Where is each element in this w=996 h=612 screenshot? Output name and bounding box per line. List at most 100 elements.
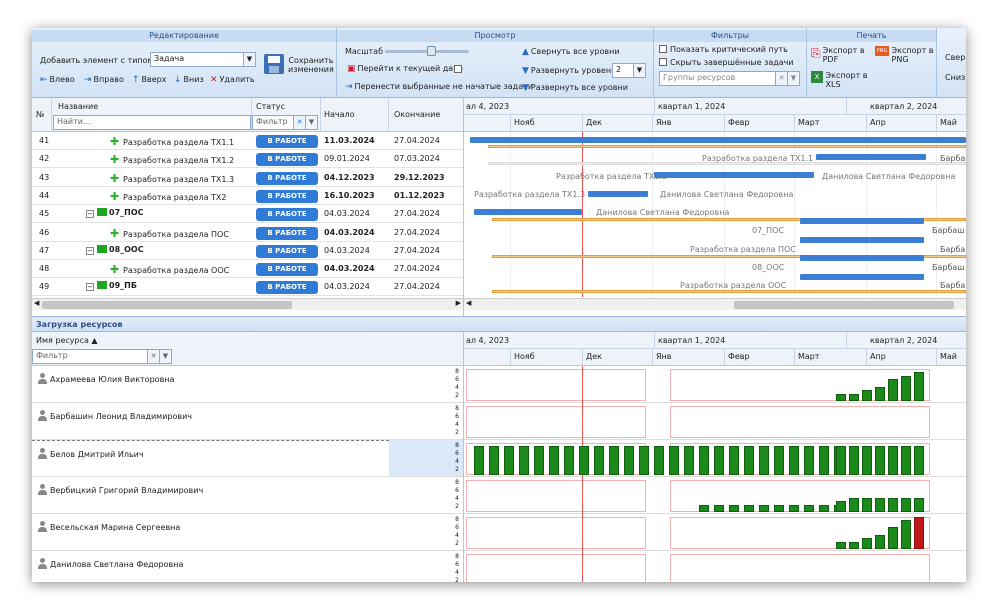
move-unstarted-button[interactable]: ⇥ Перенести выбранные не начатые задачи <box>345 82 533 92</box>
gantt-bar[interactable] <box>492 290 966 293</box>
gantt-scrollbar[interactable]: ◀ <box>464 298 966 310</box>
delete-button[interactable]: ✕ Удалить <box>210 75 255 85</box>
table-row[interactable]: 49 − 09_ПБ В РАБОТЕ 04.03.2024 27.04.2024 <box>32 278 463 297</box>
load-bar[interactable] <box>534 446 544 475</box>
load-bar[interactable] <box>669 446 679 475</box>
load-bar[interactable] <box>774 504 784 512</box>
scroll-left-icon[interactable]: ◀ <box>466 299 471 307</box>
task-name-cell[interactable]: ✚ Разработка раздела ТХ1.3 <box>110 172 234 185</box>
load-bar[interactable] <box>504 446 514 475</box>
load-bar[interactable] <box>744 446 754 475</box>
load-bar[interactable] <box>549 446 559 475</box>
chevron-down-icon[interactable]: ▼ <box>633 64 645 77</box>
load-bar[interactable] <box>684 446 694 475</box>
load-bar[interactable] <box>639 446 649 475</box>
load-bar[interactable] <box>714 504 724 512</box>
load-bar[interactable] <box>729 446 739 475</box>
status-badge[interactable]: В РАБОТЕ <box>256 208 318 222</box>
status-badge[interactable]: В РАБОТЕ <box>256 189 318 203</box>
gantt-bar[interactable] <box>800 274 924 280</box>
load-bar[interactable] <box>901 375 911 401</box>
load-bar[interactable] <box>609 446 619 475</box>
checkbox-box[interactable] <box>659 45 667 53</box>
load-bar[interactable] <box>849 541 859 549</box>
expand-all-button[interactable]: ▼ Развернуть все уровни <box>522 83 628 93</box>
status-badge[interactable]: В РАБОТЕ <box>256 153 318 167</box>
load-bar[interactable] <box>901 497 911 512</box>
left-button[interactable]: ⇤ Влево <box>40 75 75 85</box>
task-name-cell[interactable]: ✚ Разработка раздела ТХ1.1 <box>110 135 234 148</box>
load-bar[interactable] <box>849 393 859 401</box>
resource-row[interactable]: Вербицкий Григорий Владимирович <box>32 477 389 514</box>
scrollbar-thumb[interactable] <box>734 301 954 309</box>
load-bar[interactable] <box>862 390 872 401</box>
status-badge[interactable]: В РАБОТЕ <box>256 263 318 277</box>
load-bar[interactable] <box>699 504 709 512</box>
load-bar[interactable] <box>804 504 814 512</box>
table-row[interactable]: 42 ✚ Разработка раздела ТХ1.2 В РАБОТЕ 09.0… <box>32 150 463 169</box>
load-bar[interactable] <box>579 446 589 475</box>
collapse-toggle-icon[interactable]: − <box>86 246 94 255</box>
chevron-down-icon[interactable]: ▼ <box>305 116 317 129</box>
load-bar[interactable] <box>862 538 872 549</box>
load-bar[interactable] <box>789 446 799 475</box>
table-row[interactable]: 43 ✚ Разработка раздела ТХ1.3 В РАБОТЕ 04.1… <box>32 169 463 187</box>
critical-path-checkbox[interactable]: Показать критический путь <box>659 45 788 54</box>
save-icon[interactable] <box>264 54 284 74</box>
export-pdf-button[interactable]: ⎘ Экспорт в PDF <box>811 46 865 64</box>
extra-b[interactable]: Сниз <box>945 73 965 82</box>
resource-groups-select[interactable]: Группы ресурсов ▼ ✕ <box>659 71 800 86</box>
extra-a[interactable]: Свер <box>945 53 965 62</box>
load-bar[interactable] <box>759 504 769 512</box>
load-bar[interactable] <box>875 386 885 401</box>
status-badge[interactable]: В РАБОТЕ <box>256 244 318 258</box>
col-end[interactable]: Окончание <box>394 110 440 119</box>
status-badge[interactable]: В РАБОТЕ <box>256 171 318 185</box>
grid-scrollbar[interactable]: ◀ ▶ <box>32 298 463 310</box>
gantt-bar[interactable] <box>800 237 924 243</box>
load-bar[interactable] <box>862 446 872 475</box>
resource-row[interactable]: Белов Дмитрий Ильич <box>32 440 389 477</box>
load-bar[interactable] <box>744 504 754 512</box>
gantt-bar[interactable] <box>474 209 582 215</box>
load-bar[interactable] <box>901 446 911 475</box>
col-status[interactable]: Статус <box>256 102 285 111</box>
export-xls-button[interactable]: X Экспорт в XLS <box>811 71 867 89</box>
table-row[interactable]: 47 − 08_ООС В РАБОТЕ 04.03.2024 27.04.2024 <box>32 242 463 260</box>
load-bar[interactable] <box>804 446 814 475</box>
load-bar[interactable] <box>594 446 604 475</box>
load-bar[interactable] <box>789 504 799 512</box>
task-name-cell[interactable]: ✚ Разработка раздела ПОС <box>110 227 229 240</box>
task-name-cell[interactable]: − 08_ООС <box>86 244 144 255</box>
load-bar[interactable] <box>849 446 859 475</box>
scale-slider[interactable] <box>385 46 469 56</box>
load-bar[interactable] <box>836 393 846 401</box>
load-bar[interactable] <box>836 501 846 512</box>
load-bar[interactable] <box>729 504 739 512</box>
load-bar[interactable] <box>914 446 924 475</box>
checkbox-box[interactable] <box>659 58 667 66</box>
load-bar[interactable] <box>914 516 924 549</box>
expand-level-select[interactable]: 2 ▼ <box>612 63 646 78</box>
load-bar[interactable] <box>888 379 898 401</box>
status-badge[interactable]: В РАБОТЕ <box>256 281 318 295</box>
gantt-bar[interactable] <box>800 218 924 224</box>
task-name-cell[interactable]: ✚ Разработка раздела ТХ2 <box>110 190 226 203</box>
resource-row[interactable]: Данилова Светлана Федоровна <box>32 551 389 582</box>
status-filter-select[interactable]: Фильтр ▼ ✕ <box>252 115 318 130</box>
load-bar[interactable] <box>519 446 529 475</box>
load-bar[interactable] <box>819 446 829 475</box>
load-bar[interactable] <box>654 446 664 475</box>
gantt-bar[interactable] <box>588 191 648 197</box>
load-bar[interactable] <box>489 446 499 475</box>
up-button[interactable]: ↑ Вверх <box>132 75 166 85</box>
task-name-cell[interactable]: ✚ Разработка раздела ООС <box>110 263 229 276</box>
status-badge[interactable]: В РАБОТЕ <box>256 135 318 148</box>
down-button[interactable]: ↓ Вниз <box>174 75 204 85</box>
scale-slider-thumb[interactable] <box>427 46 437 56</box>
table-row[interactable]: 41 ✚ Разработка раздела ТХ1.1 В РАБОТЕ 11.0… <box>32 132 463 150</box>
col-name[interactable]: Название <box>58 102 98 111</box>
right-button[interactable]: ⇥ Вправо <box>84 75 124 85</box>
status-badge[interactable]: В РАБОТЕ <box>256 226 318 240</box>
load-bar[interactable] <box>759 446 769 475</box>
